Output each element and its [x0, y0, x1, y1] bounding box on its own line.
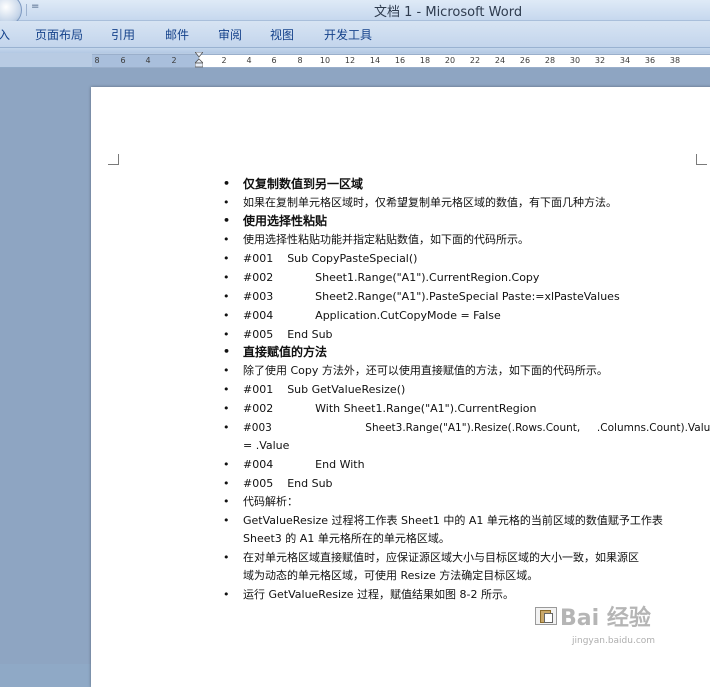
watermark-logo: Bai 经验 — [560, 606, 651, 631]
window-title: 文档 1 - Microsoft Word — [374, 5, 523, 20]
quick-access-dropdown-icon[interactable]: = — [31, 1, 39, 12]
quick-access-separator — [26, 4, 27, 16]
bullet-icon: • — [223, 383, 230, 396]
ruler-label: 14 — [369, 56, 381, 65]
doc-code-line[interactable]: • #003 Sheet3.Range("A1").Resize(.Rows.Co… — [223, 421, 710, 435]
bullet-icon: • — [223, 214, 231, 227]
bullet-icon: • — [223, 364, 230, 377]
paste-options-icon[interactable] — [535, 607, 557, 625]
paper-icon — [544, 613, 553, 623]
doc-code-line[interactable]: • #004 Application.CutCopyMode = False — [223, 309, 501, 323]
ruler-label: 6 — [120, 56, 126, 65]
doc-paragraph[interactable]: • 在对单元格区域直接赋值时，应保证源区域大小与目标区域的大小一致，如果源区 — [223, 551, 639, 565]
ribbon-tab-bar: 入 页面布局 引用 邮件 审阅 视图 开发工具 — [0, 21, 710, 48]
bullet-icon: • — [223, 252, 230, 265]
doc-paragraph[interactable]: • 除了使用 Copy 方法外，还可以使用直接赋值的方法，如下面的代码所示。 — [223, 364, 608, 378]
tab-page-layout[interactable]: 页面布局 — [35, 26, 83, 43]
ruler-label: 36 — [644, 56, 656, 65]
bullet-icon: • — [223, 458, 230, 471]
doc-code-line[interactable]: = .Value — [243, 439, 289, 453]
tab-developer[interactable]: 开发工具 — [324, 26, 372, 43]
title-bar: = 文档 1 - Microsoft Word — [0, 0, 710, 26]
bullet-icon: • — [223, 402, 230, 415]
bullet-icon: • — [223, 196, 230, 209]
doc-heading[interactable]: • 使用选择性粘贴 — [223, 214, 327, 228]
ruler-label: 6 — [271, 56, 277, 65]
bullet-icon: • — [223, 345, 231, 358]
ruler-label: 32 — [594, 56, 606, 65]
ruler-label: 10 — [319, 56, 331, 65]
doc-code-line[interactable]: • #005 End Sub — [223, 477, 333, 491]
doc-code-line[interactable]: • #001 Sub GetValueResize() — [223, 383, 405, 397]
tab-mailings[interactable]: 邮件 — [165, 26, 189, 43]
ruler-label: 16 — [394, 56, 406, 65]
ruler-label: 30 — [569, 56, 581, 65]
doc-paragraph[interactable]: • GetValueResize 过程将工作表 Sheet1 中的 A1 单元格的… — [223, 514, 663, 528]
doc-paragraph[interactable]: • 运行 GetValueResize 过程，赋值结果如图 8-2 所示。 — [223, 588, 514, 602]
bullet-icon: • — [223, 514, 230, 527]
bullet-icon: • — [223, 271, 230, 284]
bullet-icon: • — [223, 588, 230, 601]
ruler-label: 22 — [469, 56, 481, 65]
ruler-label: 2 — [171, 56, 177, 65]
ruler-label: 18 — [419, 56, 431, 65]
doc-code-line[interactable]: • #001 Sub CopyPasteSpecial() — [223, 252, 417, 266]
doc-heading[interactable]: • 仅复制数值到另一区域 — [223, 177, 363, 191]
ruler-label: 12 — [344, 56, 356, 65]
indent-marker-icon[interactable] — [195, 52, 203, 68]
bullet-icon: • — [223, 309, 230, 322]
ruler-label: 28 — [544, 56, 556, 65]
ruler-label: 2 — [221, 56, 227, 65]
ruler-label: 26 — [519, 56, 531, 65]
crop-mark-top-left — [108, 154, 119, 165]
ruler-label: 8 — [297, 56, 303, 65]
doc-code-line[interactable]: • #005 End Sub — [223, 328, 333, 342]
horizontal-ruler[interactable]: 8 6 4 2 2 4 6 8 10 12 14 16 18 20 22 24 … — [92, 52, 710, 68]
doc-code-line[interactable]: • #002 With Sheet1.Range("A1").CurrentReg… — [223, 402, 537, 416]
doc-paragraph[interactable]: • 使用选择性粘贴功能并指定粘贴数值，如下面的代码所示。 — [223, 233, 529, 247]
doc-paragraph[interactable]: • 如果在复制单元格区域时，仅希望复制单元格区域的数值，有下面几种方法。 — [223, 196, 617, 210]
doc-code-line[interactable]: • #002 Sheet1.Range("A1").CurrentRegion.C… — [223, 271, 539, 285]
bullet-icon: • — [223, 421, 230, 434]
ruler-label: 4 — [145, 56, 151, 65]
doc-code-line[interactable]: • #003 Sheet2.Range("A1").PasteSpecial Pa… — [223, 290, 620, 304]
ruler-label: 4 — [246, 56, 252, 65]
tab-insert[interactable]: 入 — [0, 26, 10, 43]
bullet-icon: • — [223, 233, 230, 246]
bullet-icon: • — [223, 177, 231, 190]
bullet-icon: • — [223, 328, 230, 341]
ruler-label: 38 — [669, 56, 681, 65]
doc-paragraph[interactable]: Sheet3 的 A1 单元格所在的单元格区域。 — [243, 532, 450, 546]
doc-code-line[interactable]: • #004 End With — [223, 458, 365, 472]
doc-paragraph[interactable]: 域为动态的单元格区域，可使用 Resize 方法确定目标区域。 — [243, 569, 538, 583]
ruler-label: 34 — [619, 56, 631, 65]
bullet-icon: • — [223, 290, 230, 303]
tab-references[interactable]: 引用 — [111, 26, 135, 43]
ruler-label: 24 — [494, 56, 506, 65]
bullet-icon: • — [223, 551, 230, 564]
watermark-url: jingyan.baidu.com — [572, 636, 656, 646]
doc-paragraph[interactable]: • 代码解析： — [223, 495, 298, 509]
ruler-label: 8 — [94, 56, 100, 65]
doc-heading[interactable]: • 直接赋值的方法 — [223, 345, 327, 359]
tab-review[interactable]: 审阅 — [218, 26, 242, 43]
ruler-label: 20 — [444, 56, 456, 65]
bullet-icon: • — [223, 495, 230, 508]
crop-mark-top-right — [696, 154, 707, 165]
tab-view[interactable]: 视图 — [270, 26, 294, 43]
bullet-icon: • — [223, 477, 230, 490]
